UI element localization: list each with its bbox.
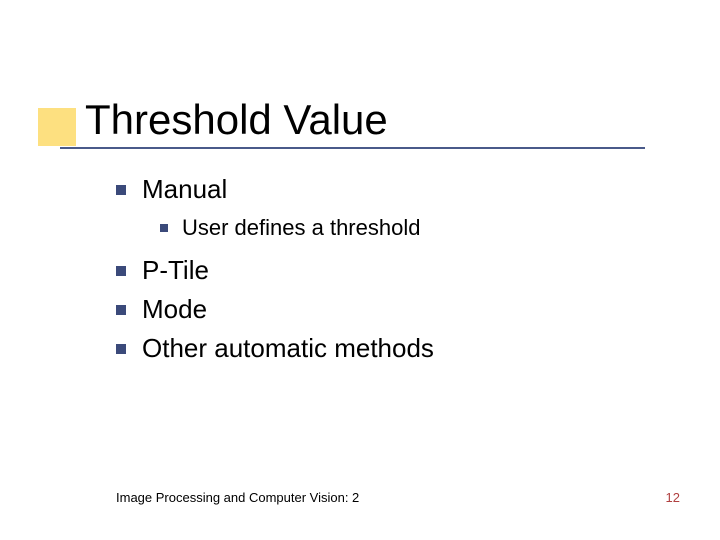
list-item-label: Mode bbox=[142, 294, 207, 325]
title-accent-box bbox=[38, 108, 76, 146]
list-item-label: User defines a threshold bbox=[182, 215, 420, 241]
square-bullet-icon bbox=[116, 185, 126, 195]
list-item-label: Other automatic methods bbox=[142, 333, 434, 364]
list-item-label: P-Tile bbox=[142, 255, 209, 286]
slide: Threshold Value Manual User defines a th… bbox=[0, 0, 720, 540]
footer-text: Image Processing and Computer Vision: 2 bbox=[116, 490, 359, 505]
list-item: Mode bbox=[116, 294, 636, 325]
page-number: 12 bbox=[666, 490, 680, 505]
slide-title: Threshold Value bbox=[85, 96, 388, 144]
square-bullet-icon bbox=[160, 224, 168, 232]
list-item: Manual bbox=[116, 174, 636, 205]
square-bullet-icon bbox=[116, 305, 126, 315]
list-item: User defines a threshold bbox=[160, 215, 636, 241]
list-item-label: Manual bbox=[142, 174, 227, 205]
title-underline bbox=[60, 147, 645, 149]
square-bullet-icon bbox=[116, 344, 126, 354]
square-bullet-icon bbox=[116, 266, 126, 276]
list-item: Other automatic methods bbox=[116, 333, 636, 364]
slide-body: Manual User defines a threshold P-Tile M… bbox=[116, 174, 636, 372]
list-item: P-Tile bbox=[116, 255, 636, 286]
